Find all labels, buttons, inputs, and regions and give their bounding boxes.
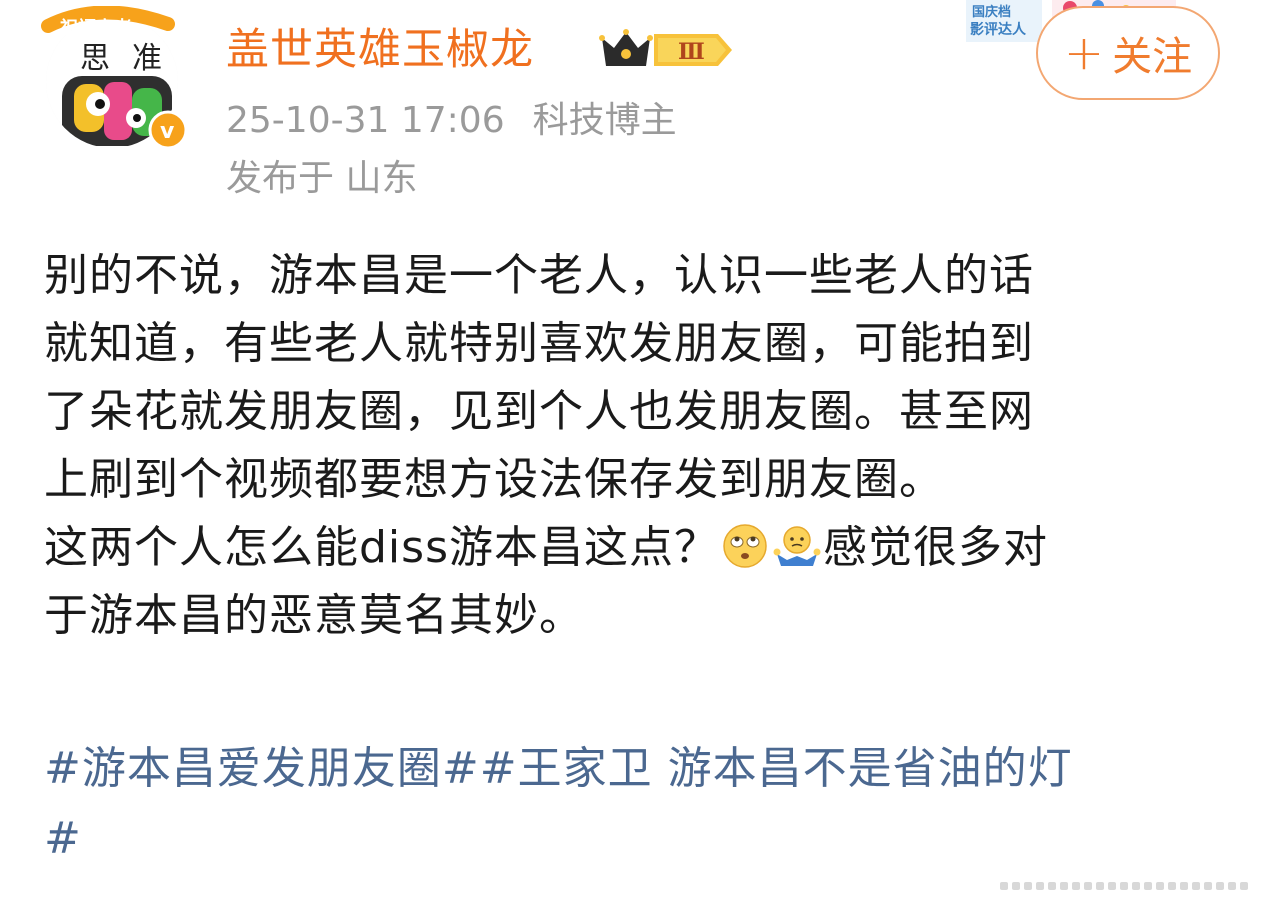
- follow-button[interactable]: + 关注: [1036, 6, 1220, 100]
- svg-text:国庆档: 国庆档: [972, 4, 1011, 20]
- hashtag-link-2-end[interactable]: #: [44, 813, 82, 864]
- weibo-post-page: 思 准 祝福高考 v 盖世英雄玉椒龙 Ⅲ 国庆档 影评达人 + 关注 25-10…: [0, 0, 1264, 921]
- post-line-5-prefix: 这两个人怎么能diss游本昌这点？: [44, 522, 720, 573]
- svg-text:准: 准: [132, 41, 162, 76]
- user-avatar[interactable]: 思 准 祝福高考 v: [40, 6, 190, 154]
- post-line-4: 上刷到个视频都要想方设法保存发到朋友圈。: [44, 454, 944, 505]
- hashtag-link-2[interactable]: #王家卫 游本昌不是省油的灯: [480, 743, 1073, 794]
- crown-level-badge-icon[interactable]: Ⅲ: [598, 26, 738, 74]
- post-body: 别的不说，游本昌是一个老人，认识一些老人的话 就知道，有些老人就特别喜欢发朋友圈…: [44, 242, 1224, 650]
- hashtag-line-1: #游本昌爱发朋友圈##王家卫 游本昌不是省油的灯: [44, 734, 1234, 804]
- image-dots-decoration: [1000, 882, 1248, 890]
- post-line-5-suffix: 感觉很多对: [823, 522, 1049, 573]
- svg-text:v: v: [160, 119, 175, 144]
- post-line-5: 这两个人怎么能diss游本昌这点？ 感觉很多对: [44, 514, 1224, 582]
- follow-label: 关注: [1112, 34, 1193, 80]
- post-line-3: 了朵花就发朋友圈，见到个人也发朋友圈。甚至网: [44, 386, 1034, 437]
- post-line-1: 别的不说，游本昌是一个老人，认识一些老人的话: [44, 250, 1034, 301]
- avatar-caption: 祝福高考: [60, 17, 132, 39]
- eye-roll-emoji-icon: [723, 524, 767, 568]
- author-tag: 科技博主: [532, 100, 677, 141]
- hashtag-line-2: #: [44, 804, 1234, 874]
- plus-icon: +: [1063, 25, 1105, 81]
- post-meta: 25-10-31 17:06 科技博主: [226, 96, 677, 146]
- post-timestamp: 25-10-31 17:06: [226, 100, 505, 141]
- svg-text:Ⅲ: Ⅲ: [678, 39, 705, 65]
- shrug-emoji-icon: [773, 526, 821, 566]
- svg-text:思: 思: [80, 41, 110, 76]
- svg-text:影评达人: 影评达人: [970, 21, 1027, 38]
- post-location: 发布于 山东: [226, 158, 418, 199]
- author-name[interactable]: 盖世英雄玉椒龙: [226, 22, 534, 78]
- hashtag-link-1[interactable]: #游本昌爱发朋友圈#: [44, 743, 480, 794]
- post-hashtags: #游本昌爱发朋友圈##王家卫 游本昌不是省油的灯 #: [44, 734, 1234, 874]
- post-line-6: 于游本昌的恶意莫名其妙。: [44, 590, 584, 641]
- post-line-2: 就知道，有些老人就特别喜欢发朋友圈，可能拍到: [44, 318, 1034, 369]
